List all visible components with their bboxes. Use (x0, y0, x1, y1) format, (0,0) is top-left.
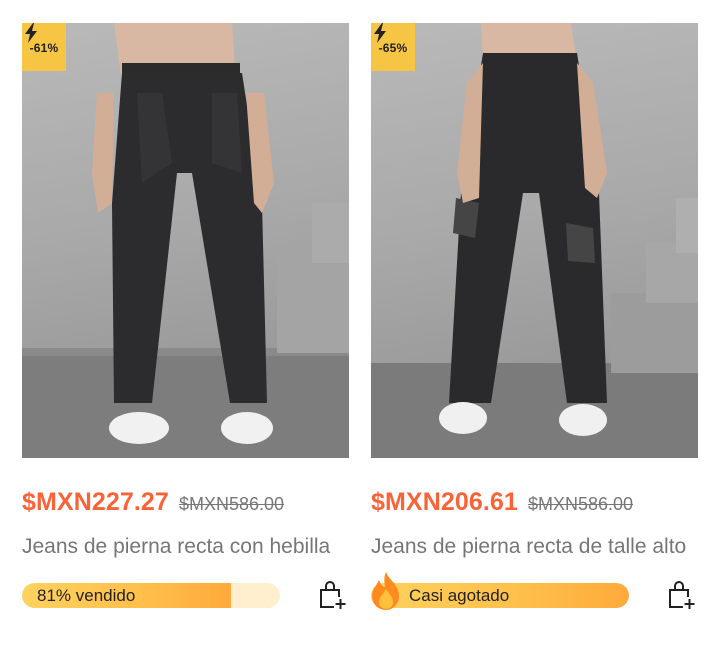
price-row: $MXN206.61 $MXN586.00 (371, 488, 698, 518)
lightning-icon (25, 23, 37, 43)
product-title[interactable]: Jeans de pierna recta con hebilla (22, 534, 349, 560)
add-to-bag-icon[interactable] (317, 580, 347, 610)
stock-row: Casi agotado (371, 572, 698, 610)
discount-percent: -65% (378, 41, 408, 55)
product-photo-illustration (22, 23, 349, 458)
sold-progress-label: Casi agotado (409, 586, 510, 605)
flash-sale-badge: -61% (22, 23, 66, 71)
sold-progress-bar: Casi agotado (371, 583, 629, 608)
product-card[interactable]: -61% $MXN227.27 $MXN586.00 Jeans de pier… (22, 23, 349, 610)
lightning-icon (374, 23, 386, 43)
product-image[interactable]: -65% (371, 23, 698, 458)
sold-progress-label: 81% vendido (37, 586, 136, 605)
product-image[interactable]: -61% (22, 23, 349, 458)
product-grid: -61% $MXN227.27 $MXN586.00 Jeans de pier… (0, 0, 720, 653)
product-card[interactable]: -65% $MXN206.61 $MXN586.00 Jeans de pier… (371, 23, 698, 610)
discount-percent: -61% (29, 41, 59, 55)
sale-price: $MXN227.27 (22, 488, 169, 516)
stock-row: 81% vendido (22, 580, 349, 610)
flame-icon (372, 572, 399, 610)
flash-sale-badge: -65% (371, 23, 415, 71)
original-price: $MXN586.00 (178, 494, 285, 514)
sold-progress-bar: 81% vendido (22, 583, 280, 608)
price-row: $MXN227.27 $MXN586.00 (22, 488, 349, 518)
product-photo-illustration (371, 23, 698, 458)
original-price: $MXN586.00 (527, 494, 634, 514)
add-to-bag-icon[interactable] (666, 580, 696, 610)
product-title[interactable]: Jeans de pierna recta de talle alto (371, 534, 698, 560)
sale-price: $MXN206.61 (371, 488, 518, 516)
